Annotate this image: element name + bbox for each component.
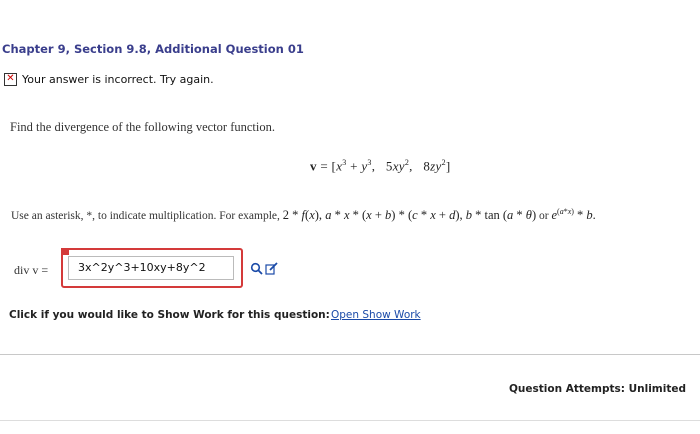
show-work-prompt: Click if you would like to Show Work for… (9, 309, 330, 321)
answer-status: ✕ Your answer is incorrect. Try again. (4, 70, 214, 88)
open-show-work-link[interactable]: Open Show Work (331, 309, 421, 321)
question-prompt: Find the divergence of the following vec… (10, 120, 275, 134)
hint-exponent-example: e(a*x) * b. (551, 207, 596, 223)
hint-text: Use an asterisk, *, to indicate multipli… (11, 210, 280, 223)
hint-or: or (538, 210, 549, 223)
question-page: Chapter 9, Section 9.8, Additional Quest… (0, 0, 700, 434)
vector-function: v = [x3 + y3, 5xy2, 8zy2] (310, 158, 451, 174)
answer-label-text: div v = (14, 263, 49, 277)
incorrect-marker (61, 248, 69, 255)
magnifier-icon[interactable] (250, 262, 263, 275)
incorrect-x-icon: ✕ (4, 72, 17, 86)
status-message: Your answer is incorrect. Try again. (22, 72, 214, 86)
answer-frame: 3x^2y^3+10xy+8y^2 (61, 248, 243, 288)
answer-tools (250, 262, 278, 275)
hint-examples: 2 * f(x), a * x * (x + b) * (c * x + d),… (282, 208, 537, 223)
answer-label: div v = (14, 263, 48, 278)
divider (0, 354, 700, 355)
bottom-divider (0, 420, 700, 421)
multiplication-hint: Use an asterisk, *, to indicate multipli… (11, 207, 700, 223)
answer-input[interactable]: 3x^2y^3+10xy+8y^2 (68, 256, 234, 280)
question-attempts: Question Attempts: Unlimited (509, 383, 686, 395)
chapter-title: Chapter 9, Section 9.8, Additional Quest… (2, 42, 304, 56)
pencil-edit-icon[interactable] (265, 262, 278, 275)
